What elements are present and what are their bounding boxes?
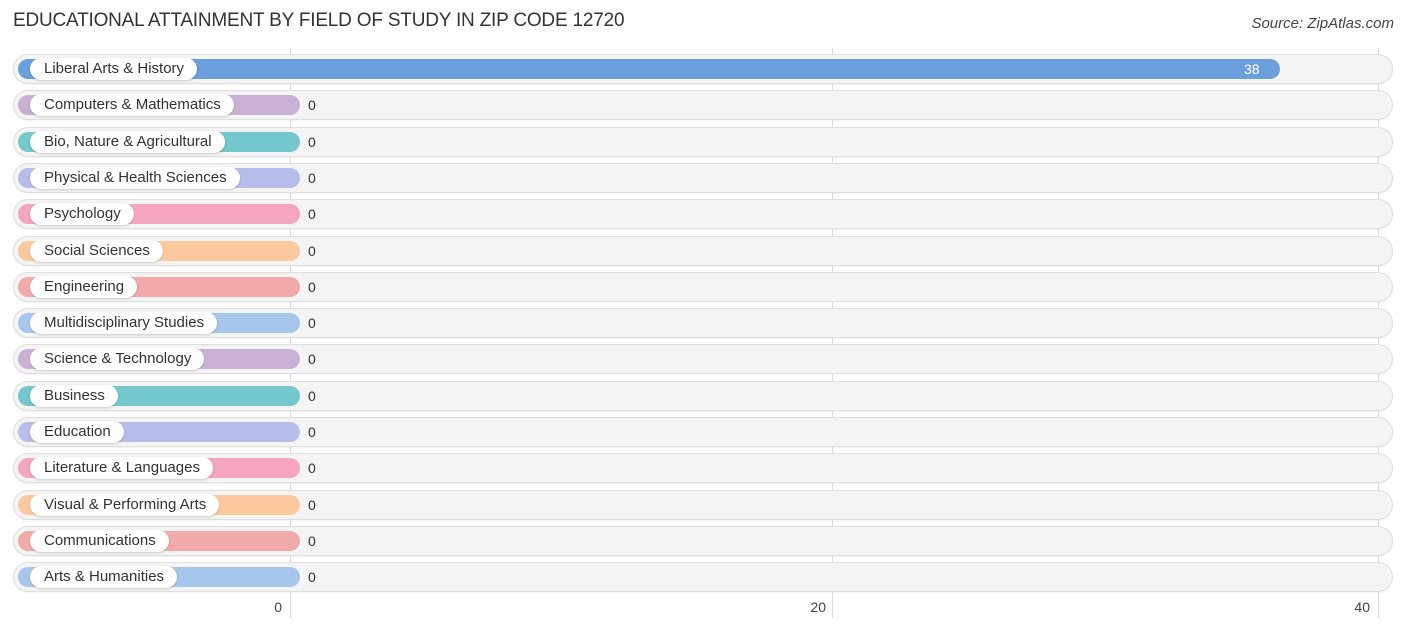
- value-label: 0: [308, 460, 316, 477]
- value-label: 0: [308, 532, 316, 549]
- value-label: 0: [308, 242, 316, 259]
- bar[interactable]: [18, 59, 1280, 79]
- value-label: 0: [308, 278, 316, 295]
- category-label: Arts & Humanities: [30, 566, 178, 589]
- value-label: 0: [308, 97, 316, 114]
- value-label: 38: [1244, 61, 1260, 77]
- category-label: Science & Technology: [30, 348, 205, 371]
- x-tick-label: 20: [810, 599, 826, 615]
- category-label: Psychology: [30, 203, 134, 226]
- category-label: Bio, Nature & Agricultural: [30, 130, 225, 153]
- category-label: Communications: [30, 529, 169, 552]
- value-label: 0: [308, 133, 316, 150]
- category-label: Engineering: [30, 275, 138, 298]
- value-label: 0: [308, 496, 316, 513]
- value-label: 0: [308, 569, 316, 586]
- category-label: Physical & Health Sciences: [30, 166, 240, 189]
- category-label: Social Sciences: [30, 239, 163, 262]
- bar-chart: Liberal Arts & History 38 Computers & Math…: [0, 0, 1406, 631]
- value-label: 0: [308, 424, 316, 440]
- value-label: 0: [308, 206, 316, 223]
- value-label: 0: [308, 351, 316, 368]
- category-label: Multidisciplinary Studies: [30, 312, 218, 335]
- value-label: 0: [308, 387, 316, 404]
- value-label: 0: [308, 315, 316, 332]
- category-label: Liberal Arts & History: [30, 58, 198, 80]
- category-label: Literature & Languages: [30, 457, 213, 480]
- category-label: Visual & Performing Arts: [30, 493, 220, 516]
- category-label: Computers & Mathematics: [30, 94, 234, 117]
- category-label: Education: [30, 421, 124, 443]
- x-tick-label: 40: [1354, 599, 1370, 615]
- x-tick-label: 0: [274, 599, 282, 615]
- category-label: Business: [30, 384, 118, 407]
- value-label: 0: [308, 169, 316, 186]
